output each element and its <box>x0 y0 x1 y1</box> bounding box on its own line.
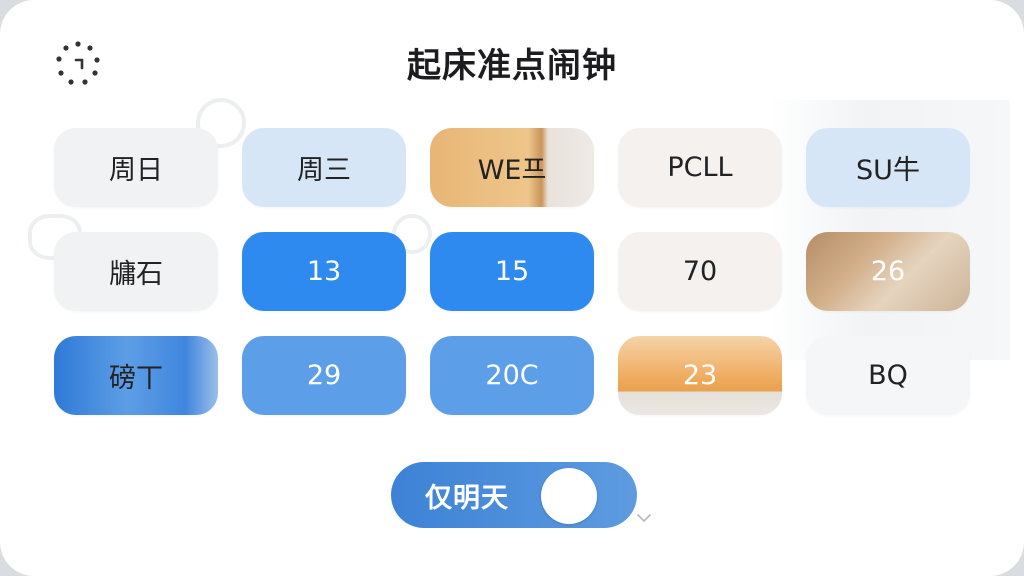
day-cell[interactable]: 29 <box>242 336 406 415</box>
day-cell[interactable]: 牗石 <box>54 232 218 311</box>
day-cell[interactable]: 15 <box>430 232 594 311</box>
day-cell[interactable]: 周日 <box>54 128 218 207</box>
day-cell[interactable]: 13 <box>242 232 406 311</box>
day-cell[interactable]: PCLL <box>618 128 782 207</box>
day-cell-label: BQ <box>868 360 908 391</box>
day-cell[interactable]: 23 <box>618 336 782 415</box>
day-cell-label: PCLL <box>667 152 733 183</box>
day-cell[interactable]: 磅丅 <box>54 336 218 415</box>
day-cell[interactable]: SU牛 <box>806 128 970 207</box>
day-cell[interactable]: WE프 <box>430 128 594 207</box>
day-cell-label: 26 <box>870 256 906 287</box>
day-cell[interactable]: 26 <box>806 232 970 311</box>
day-cell[interactable]: 20C <box>430 336 594 415</box>
chevron-down-icon[interactable] <box>636 510 652 526</box>
toggle-label: 仅明天 <box>425 482 509 514</box>
day-cell-label: 20C <box>485 360 539 391</box>
day-cell[interactable]: 周三 <box>242 128 406 207</box>
only-tomorrow-toggle[interactable]: 仅明天 <box>391 462 637 528</box>
day-cell-label: 29 <box>306 360 342 391</box>
day-cell[interactable]: BQ <box>806 336 970 415</box>
day-cell[interactable]: 70 <box>618 232 782 311</box>
day-cell-label: 70 <box>682 256 718 287</box>
page-title: 起床准点闹钟 <box>407 46 617 86</box>
day-cell-label: 周日 <box>109 155 163 186</box>
day-cell-label: 13 <box>306 256 342 287</box>
alarm-app-screen: 起床准点闹钟 周日 周三 WE프 PCLL SU牛 牗石 13 15 70 26… <box>0 0 1024 576</box>
day-cell-label: SU牛 <box>856 155 920 186</box>
toggle-knob[interactable] <box>541 468 597 524</box>
day-grid: 周日 周三 WE프 PCLL SU牛 牗石 13 15 70 26 磅丅 29 … <box>54 128 970 415</box>
day-cell-label: 周三 <box>297 155 351 186</box>
day-cell-label: 15 <box>494 256 530 287</box>
day-cell-label: 23 <box>682 360 718 391</box>
day-cell-label: WE프 <box>477 155 547 186</box>
day-cell-label: 牗石 <box>109 259 163 290</box>
day-cell-label: 磅丅 <box>109 363 163 394</box>
